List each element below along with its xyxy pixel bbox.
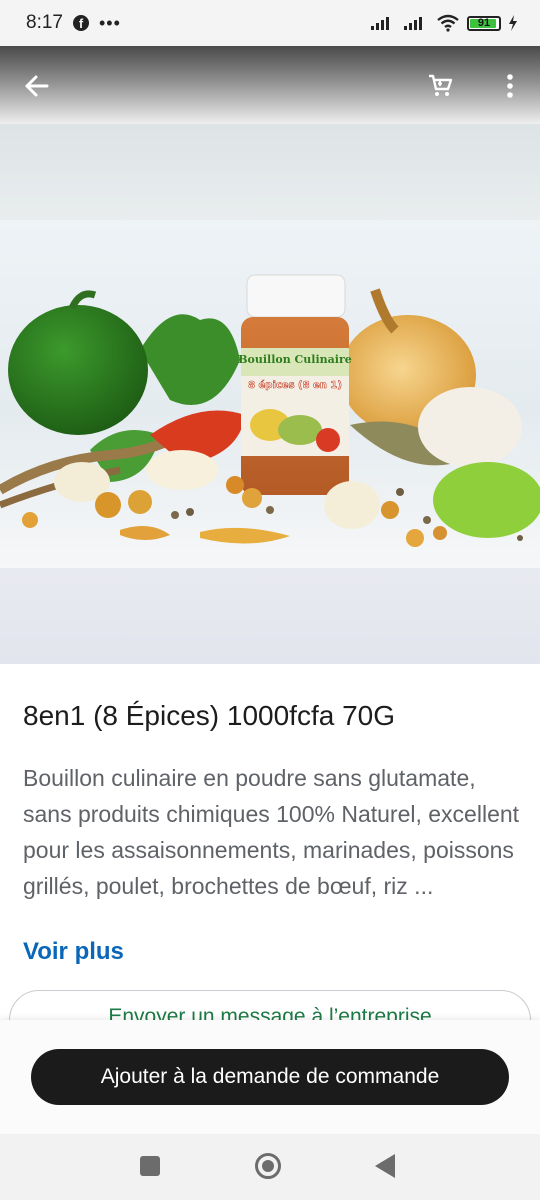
signal-icon	[404, 17, 422, 30]
product-image-area: Bouillon Culinaire 8 épices (8 en 1)	[0, 124, 540, 664]
facebook-icon: f	[72, 15, 89, 31]
system-navigation-bar	[0, 1134, 540, 1200]
product-description: Bouillon culinaire en poudre sans glutam…	[23, 765, 520, 899]
wifi-icon	[437, 14, 459, 32]
see-more-link[interactable]: Voir plus	[23, 938, 124, 966]
product-photo[interactable]: Bouillon Culinaire 8 épices (8 en 1)	[0, 220, 540, 568]
app-header	[0, 46, 540, 124]
cart-icon	[429, 74, 453, 96]
add-to-order-request-button[interactable]: Ajouter à la demande de commande	[31, 1049, 509, 1105]
battery-level: 91	[477, 16, 491, 29]
back-triangle-icon[interactable]	[375, 1154, 395, 1178]
add-to-order-label: Ajouter à la demande de commande	[100, 1065, 440, 1088]
back-button[interactable]	[16, 66, 56, 106]
bottom-action-panel: Ajouter à la demande de commande	[0, 1020, 540, 1134]
status-bar: 8:17 f ••• 91	[0, 0, 540, 46]
more-vertical-icon	[507, 74, 513, 98]
cart-button[interactable]	[420, 66, 460, 106]
charging-icon	[509, 15, 517, 31]
jar-label-line2: 8 épices (8 en 1)	[248, 379, 342, 391]
home-circle-icon[interactable]	[255, 1153, 281, 1179]
product-title: 8en1 (8 Épices) 1000fcfa 70G	[23, 700, 396, 731]
recents-square-icon[interactable]	[140, 1156, 160, 1176]
back-arrow-icon	[25, 75, 49, 97]
jar-label-line1: Bouillon Culinaire	[238, 353, 352, 366]
overflow-indicator: •••	[98, 12, 121, 33]
more-options-button[interactable]	[490, 66, 530, 106]
signal-icon	[371, 17, 389, 30]
status-time: 8:17	[26, 12, 63, 33]
battery-icon: 91	[467, 15, 501, 31]
